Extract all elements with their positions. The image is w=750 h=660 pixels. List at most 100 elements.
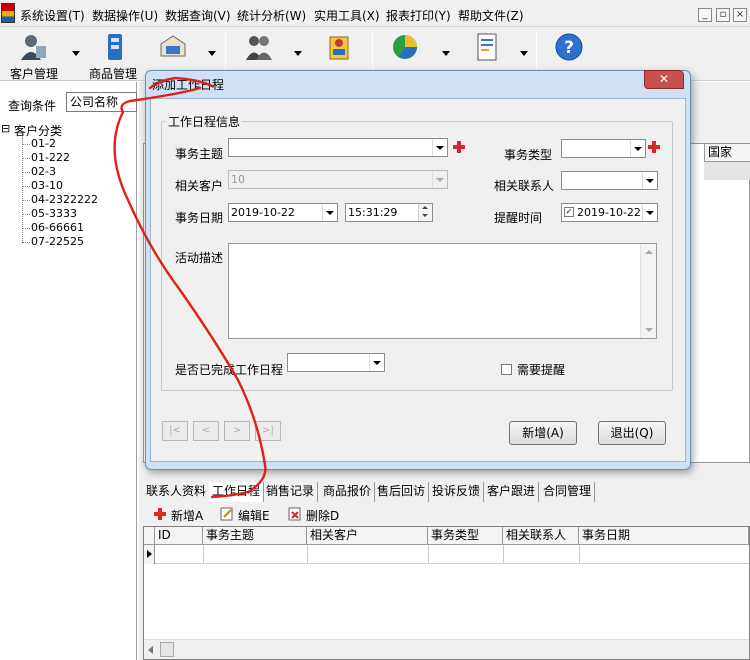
restore-button[interactable]: ▫ (716, 8, 730, 22)
add-schedule-button[interactable]: 新增A (153, 507, 203, 524)
menu-data-query[interactable]: 数据查询(V) (165, 7, 231, 24)
first-record-button[interactable]: |< (162, 421, 188, 441)
customer-combobox[interactable]: 10 (228, 170, 448, 189)
column-header-date[interactable]: 事务日期 (579, 527, 749, 545)
menu-statistics[interactable]: 统计分析(W) (237, 7, 306, 24)
date-label: 事务日期 (175, 211, 224, 225)
horizontal-scrollbar[interactable] (144, 639, 749, 659)
tab-schedule[interactable]: 工作日程 (209, 482, 265, 502)
next-record-button[interactable]: > (224, 421, 250, 441)
chevron-down-icon (432, 171, 447, 188)
tree-item[interactable]: 01-222 (31, 151, 70, 164)
tree-item[interactable]: 07-22525 (31, 235, 84, 248)
remind-date-checkbox[interactable]: ✓ (564, 207, 574, 217)
menu-tools[interactable]: 实用工具(X) (314, 7, 380, 24)
dialog-close-button[interactable]: ✕ (644, 70, 684, 89)
column-header-country[interactable]: 国家 (704, 144, 750, 162)
current-row-icon (147, 550, 152, 558)
tab-complaints[interactable]: 投诉反馈 (429, 482, 485, 502)
product-icon (108, 34, 122, 60)
time-spinner[interactable] (418, 204, 432, 221)
tree-connector (22, 158, 30, 159)
scroll-down-icon[interactable] (645, 328, 653, 332)
menu-help[interactable]: 帮助文件(Z) (458, 7, 524, 24)
date-picker[interactable]: 2019-10-22 (228, 203, 338, 222)
column-header-subject[interactable]: 事务主题 (203, 527, 307, 545)
row-indicator-header (144, 527, 155, 545)
menu-report-print[interactable]: 报表打印(Y) (386, 7, 451, 24)
chevron-down-icon[interactable] (642, 172, 657, 189)
type-combobox[interactable] (561, 139, 646, 158)
tree-item[interactable]: 05-3333 (31, 207, 77, 220)
table-row[interactable] (144, 545, 749, 564)
staff-icon (246, 36, 272, 60)
chart-icon (393, 35, 417, 59)
completed-combobox[interactable] (287, 353, 385, 372)
toolbar-customer-label: 客户管理 (10, 67, 59, 81)
exit-button[interactable]: 退出(Q) (598, 421, 666, 445)
tree-item[interactable]: 06-66661 (31, 221, 84, 234)
toolbar-customer-button[interactable]: 客户管理 (4, 27, 84, 81)
query-field-select[interactable]: 公司名称 (66, 92, 137, 112)
chevron-down-icon[interactable] (442, 51, 450, 56)
menu-data-operations[interactable]: 数据操作(U) (92, 7, 158, 24)
tree-item[interactable]: 03-10 (31, 179, 63, 192)
need-remind-checkbox[interactable] (501, 364, 512, 375)
query-condition-label: 查询条件 (8, 99, 57, 113)
tab-contacts[interactable]: 联系人资料 (143, 482, 211, 502)
row-indicator (144, 545, 155, 564)
contact-combobox[interactable] (561, 171, 658, 190)
table-row[interactable] (704, 162, 750, 180)
svg-text:?: ? (564, 38, 574, 58)
tree-root-toggle[interactable]: ⊟ (1, 122, 10, 135)
tab-product-quotes[interactable]: 商品报价 (320, 482, 376, 502)
menu-bar: 系统设置(T) 数据操作(U) 数据查询(V) 统计分析(W) 实用工具(X) … (0, 0, 750, 27)
add-type-plus-icon[interactable] (647, 140, 661, 154)
chevron-down-icon[interactable] (294, 51, 302, 56)
last-record-button[interactable]: >| (255, 421, 281, 441)
scrollbar-thumb[interactable] (160, 642, 174, 657)
add-subject-plus-icon[interactable] (452, 140, 466, 154)
schedule-grid: ID 事务主题 相关客户 事务类型 相关联系人 事务日期 (143, 526, 750, 660)
column-header-contact[interactable]: 相关联系人 (503, 527, 579, 545)
contact-label: 相关联系人 (494, 179, 555, 193)
tab-contracts[interactable]: 合同管理 (540, 482, 596, 502)
prev-record-button[interactable]: < (193, 421, 219, 441)
add-button[interactable]: 新增(A) (509, 421, 577, 445)
add-schedule-label: 新增A (171, 509, 204, 523)
chevron-down-icon[interactable] (72, 51, 80, 56)
minimize-button[interactable]: _ (698, 8, 712, 22)
vertical-scrollbar[interactable] (640, 244, 656, 338)
chevron-down-icon[interactable] (520, 51, 528, 56)
tab-sales-records[interactable]: 销售记录 (263, 482, 319, 502)
description-textarea[interactable] (228, 243, 657, 339)
tree-item[interactable]: 02-3 (31, 165, 56, 178)
scroll-up-icon[interactable] (645, 250, 653, 254)
toolbar-product-button[interactable]: 商品管理 (84, 27, 144, 81)
delete-schedule-button[interactable]: 删除D (288, 507, 339, 524)
tree-item[interactable]: 01-2 (31, 137, 56, 150)
remind-date-picker[interactable]: ✓ 2019-10-22 (561, 203, 658, 222)
column-header-type[interactable]: 事务类型 (428, 527, 503, 545)
scroll-left-icon[interactable] (148, 646, 153, 654)
time-picker[interactable]: 15:31:29 (345, 203, 433, 222)
chevron-down-icon[interactable] (369, 354, 384, 371)
app-icon[interactable] (1, 3, 15, 23)
column-header-id[interactable]: ID (155, 527, 203, 545)
close-window-button[interactable]: × (733, 8, 747, 22)
tree-connector (22, 214, 30, 215)
chevron-down-icon[interactable] (432, 139, 447, 156)
menu-system-settings[interactable]: 系统设置(T) (20, 7, 85, 24)
chevron-down-icon[interactable] (208, 51, 216, 56)
chevron-down-icon[interactable] (322, 204, 337, 221)
tree-item[interactable]: 04-2322222 (31, 193, 98, 206)
help-icon: ? (555, 33, 583, 61)
tab-after-sales[interactable]: 售后回访 (374, 482, 430, 502)
edit-schedule-button[interactable]: 编辑E (220, 507, 270, 524)
column-header-customer[interactable]: 相关客户 (307, 527, 428, 545)
subject-combobox[interactable] (228, 138, 448, 157)
tab-follow-up[interactable]: 客户跟进 (484, 482, 540, 502)
chevron-down-icon[interactable] (630, 140, 645, 157)
chevron-down-icon[interactable] (642, 204, 657, 221)
toolbar-product-label: 商品管理 (89, 67, 138, 81)
